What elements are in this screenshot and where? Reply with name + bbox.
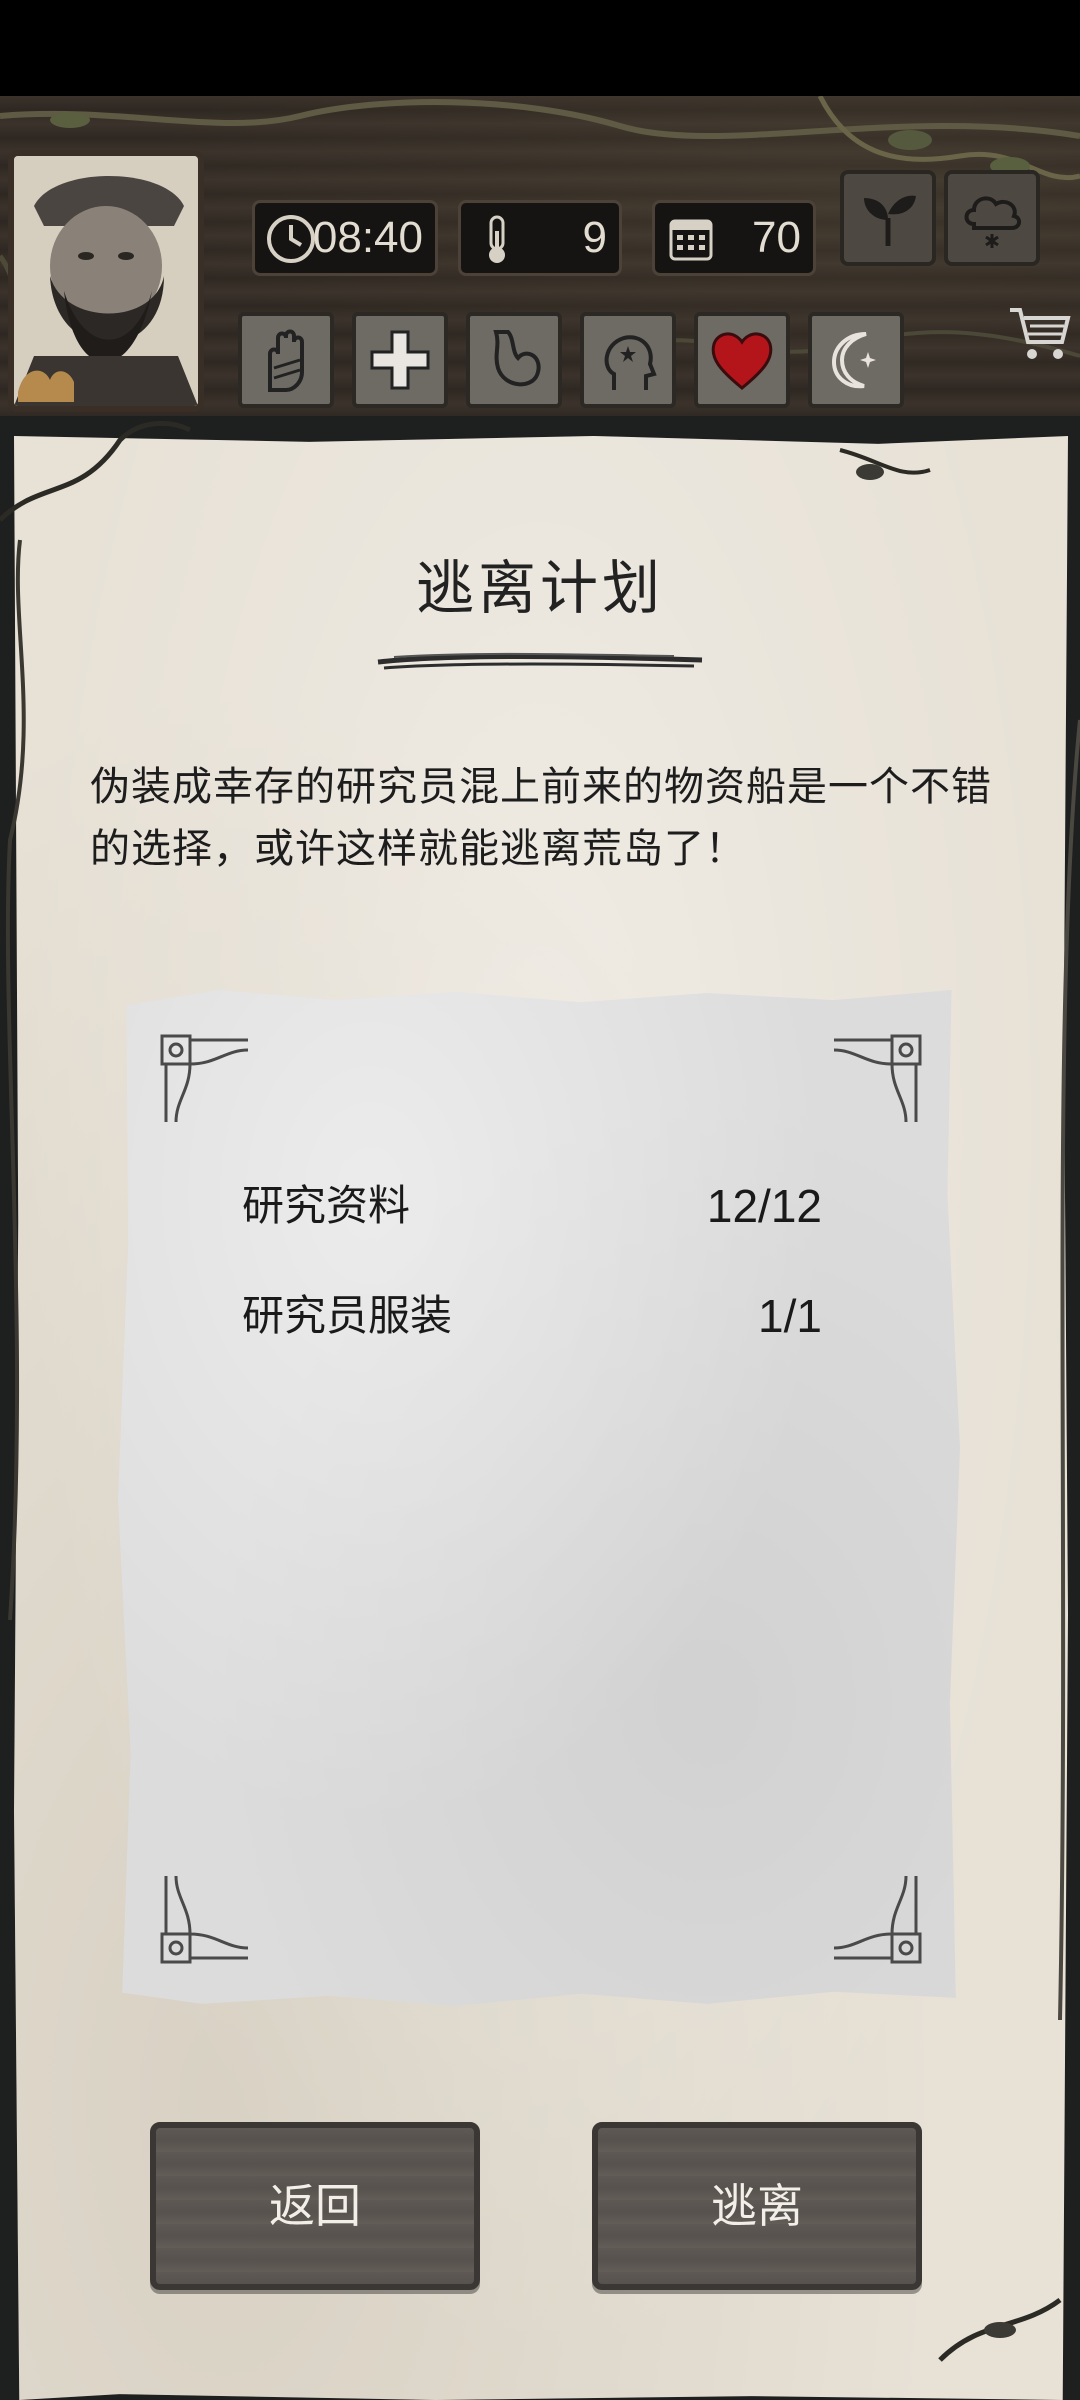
status-sleep[interactable] (808, 312, 904, 408)
calendar-icon (669, 219, 713, 261)
corner-ornament-bottom-right (833, 1875, 922, 1964)
clock-icon (267, 215, 315, 263)
weather-button[interactable] (944, 170, 1040, 266)
time-value: 08:40 (312, 213, 423, 262)
head-mind-icon (604, 335, 657, 390)
cross-health-icon (370, 330, 430, 390)
title-brush-underline (377, 652, 703, 670)
sprout-icon (864, 195, 916, 246)
temperature-display: 9 (458, 200, 622, 276)
stomach-icon (493, 330, 541, 387)
corner-ornament-top-right (833, 1034, 922, 1123)
requirement-label: 研究资料 (242, 1181, 411, 1230)
requirement-label: 研究员服装 (242, 1291, 453, 1340)
dialog-title: 逃离计划 (415, 554, 664, 622)
day-display: 70 (652, 200, 816, 276)
heart-icon (711, 332, 773, 390)
dialog-description: 伪装成幸存的研究员混上前来的物资船是一个不错的选择，或许这样就能逃离荒岛了！ (90, 764, 992, 872)
requirement-count: 12/12 (706, 1180, 822, 1232)
corner-ornament-bottom-left (160, 1875, 249, 1964)
plant-button[interactable] (840, 170, 936, 266)
hand-icon (268, 329, 304, 392)
requirement-row: 研究资料 12/12 (242, 1176, 822, 1236)
status-hunger[interactable] (466, 312, 562, 408)
time-display: 08:40 (252, 200, 438, 276)
escape-button[interactable]: 逃离 (592, 2122, 922, 2290)
requirement-count: 1/1 (758, 1290, 822, 1342)
day-value: 70 (752, 213, 801, 262)
corner-ornament-top-left (160, 1034, 249, 1123)
requirement-row: 研究员服装 1/1 (242, 1286, 822, 1346)
thermometer-icon (489, 215, 505, 263)
status-sanity[interactable] (580, 312, 676, 408)
requirements-card (118, 990, 960, 2006)
status-hand[interactable] (238, 312, 334, 408)
status-bar-area (0, 0, 1080, 96)
status-heart[interactable] (694, 312, 790, 408)
moon-star-icon (831, 332, 876, 389)
character-portrait[interactable] (8, 150, 204, 412)
shopping-cart-icon[interactable] (1006, 300, 1074, 368)
back-button[interactable]: 返回 (150, 2122, 480, 2290)
temperature-value: 9 (582, 213, 607, 262)
status-health[interactable] (352, 312, 448, 408)
bearded-man-portrait-icon (14, 156, 198, 406)
cloud-snow-icon (964, 196, 1021, 248)
